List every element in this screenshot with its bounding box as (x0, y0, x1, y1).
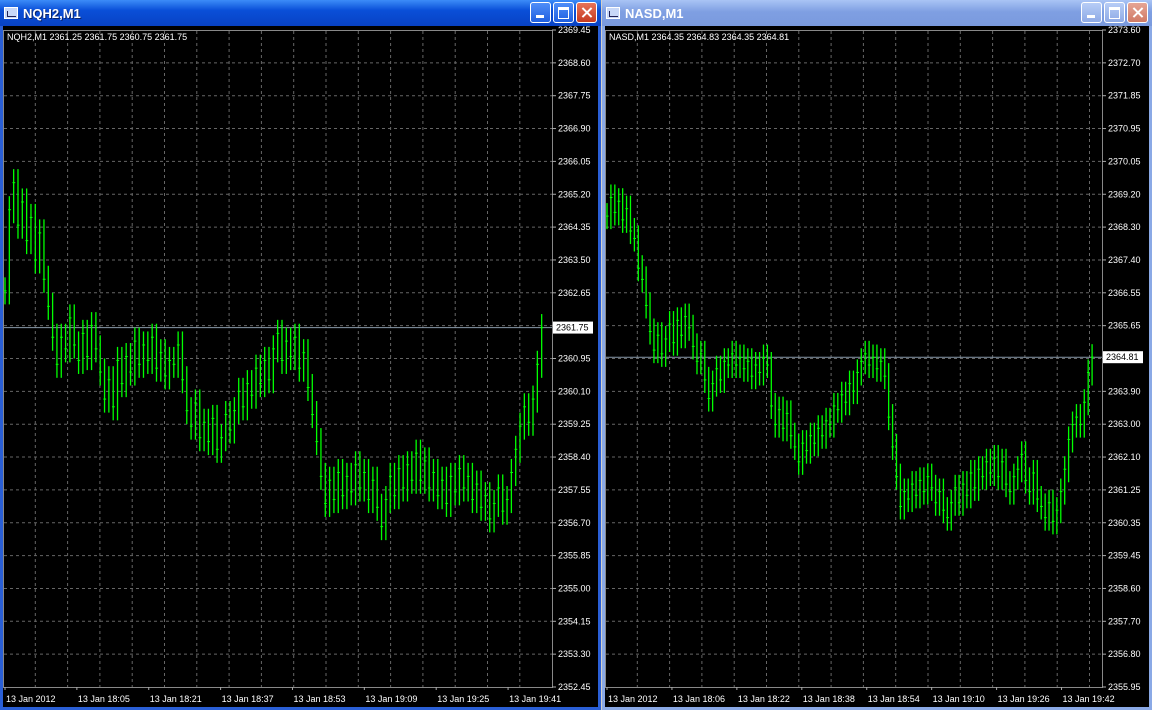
y-tick-label: 2355.95 (1108, 682, 1141, 692)
y-tick-label: 2369.20 (1108, 189, 1141, 199)
x-tick-label: 13 Jan 19:09 (365, 694, 417, 704)
y-tick-label: 2365.20 (558, 189, 591, 199)
x-tick-label: 13 Jan 18:37 (222, 694, 274, 704)
x-tick-label: 13 Jan 18:06 (673, 694, 725, 704)
y-tick-label: 2358.40 (558, 452, 591, 462)
chart-window-icon (606, 7, 620, 19)
y-tick-label: 2361.25 (1108, 485, 1141, 495)
y-tick-label: 2357.55 (558, 485, 591, 495)
y-tick-label: 2352.45 (558, 682, 591, 692)
y-tick-label: 2370.95 (1108, 124, 1141, 134)
y-tick-label: 2373.60 (1108, 26, 1141, 35)
x-tick-label: 13 Jan 19:25 (437, 694, 489, 704)
y-tick-label: 2363.50 (558, 255, 591, 265)
y-tick-label: 2362.10 (1108, 452, 1141, 462)
price-chart[interactable]: 2369.45 2368.60 2367.75 2366.90 2366.05 2365.… (3, 26, 598, 707)
chart-window-icon (4, 7, 18, 19)
y-tick-label: 2360.95 (558, 354, 591, 364)
chart-window-nqh2[interactable]: NQH2,M1 2369.45 2368.60 2367.75 2366.90 2366… (0, 0, 601, 710)
x-tick-label: 13 Jan 18:38 (803, 694, 855, 704)
x-tick-label: 13 Jan 19:26 (998, 694, 1050, 704)
x-tick-label: 13 Jan 19:42 (1063, 694, 1115, 704)
y-tick-label: 2355.85 (558, 551, 591, 561)
y-tick-label: 2367.75 (558, 91, 591, 101)
y-tick-label: 2366.05 (558, 156, 591, 166)
y-tick-label: 2372.70 (1108, 58, 1141, 68)
x-tick-label: 13 Jan 19:10 (933, 694, 985, 704)
y-tick-label: 2368.60 (558, 58, 591, 68)
y-tick-label: 2366.55 (1108, 288, 1141, 298)
y-tick-label: 2359.25 (558, 419, 591, 429)
y-tick-label: 2362.65 (558, 288, 591, 298)
y-tick-label: 2357.70 (1108, 616, 1141, 626)
current-price-label: 2364.81 (1106, 352, 1139, 362)
y-tick-label: 2368.30 (1108, 222, 1141, 232)
minimize-button[interactable] (1081, 2, 1102, 23)
y-tick-label: 2358.60 (1108, 583, 1141, 593)
x-tick-label: 13 Jan 18:21 (150, 694, 202, 704)
y-tick-label: 2364.35 (558, 222, 591, 232)
x-tick-label: 13 Jan 18:54 (868, 694, 920, 704)
close-button[interactable] (576, 2, 597, 23)
window-title: NQH2,M1 (23, 5, 81, 21)
window-title: NASD,M1 (625, 5, 684, 21)
minimize-button[interactable] (530, 2, 551, 23)
current-price-label: 2361.75 (556, 323, 589, 333)
y-tick-label: 2369.45 (558, 26, 591, 35)
y-tick-label: 2371.85 (1108, 91, 1141, 101)
y-tick-label: 2360.10 (558, 386, 591, 396)
y-tick-label: 2360.35 (1108, 518, 1141, 528)
maximize-button[interactable] (553, 2, 574, 23)
y-tick-label: 2354.15 (558, 616, 591, 626)
chart-window-nasd[interactable]: NASD,M1 2373.60 2372.70 2371.85 2370.95 2370… (602, 0, 1152, 710)
y-tick-label: 2359.45 (1108, 551, 1141, 561)
title-bar[interactable]: NQH2,M1 (0, 0, 601, 26)
x-tick-label: 13 Jan 2012 (6, 694, 56, 704)
y-tick-label: 2363.00 (1108, 419, 1141, 429)
y-tick-label: 2365.65 (1108, 321, 1141, 331)
y-tick-label: 2353.30 (558, 649, 591, 659)
x-tick-label: 13 Jan 19:41 (509, 694, 561, 704)
y-tick-label: 2363.90 (1108, 386, 1141, 396)
maximize-button[interactable] (1104, 2, 1125, 23)
chart-area[interactable]: 2369.45 2368.60 2367.75 2366.90 2366.05 2365.… (3, 26, 598, 707)
y-tick-label: 2356.70 (558, 518, 591, 528)
y-tick-label: 2356.80 (1108, 649, 1141, 659)
price-chart[interactable]: 2373.60 2372.70 2371.85 2370.95 2370.05 2369.… (605, 26, 1149, 707)
x-tick-label: 13 Jan 18:53 (293, 694, 345, 704)
chart-info-label: NASD,M1 2364.35 2364.83 2364.35 2364.81 (609, 32, 789, 42)
chart-area[interactable]: 2373.60 2372.70 2371.85 2370.95 2370.05 2369.… (605, 26, 1149, 707)
x-tick-label: 13 Jan 2012 (608, 694, 658, 704)
chart-info-label: NQH2,M1 2361.25 2361.75 2360.75 2361.75 (7, 32, 187, 42)
x-tick-label: 13 Jan 18:22 (738, 694, 790, 704)
y-tick-label: 2367.40 (1108, 255, 1141, 265)
close-button[interactable] (1127, 2, 1148, 23)
y-tick-label: 2366.90 (558, 124, 591, 134)
x-tick-label: 13 Jan 18:05 (78, 694, 130, 704)
title-bar[interactable]: NASD,M1 (602, 0, 1152, 26)
y-tick-label: 2355.00 (558, 583, 591, 593)
y-tick-label: 2370.05 (1108, 156, 1141, 166)
